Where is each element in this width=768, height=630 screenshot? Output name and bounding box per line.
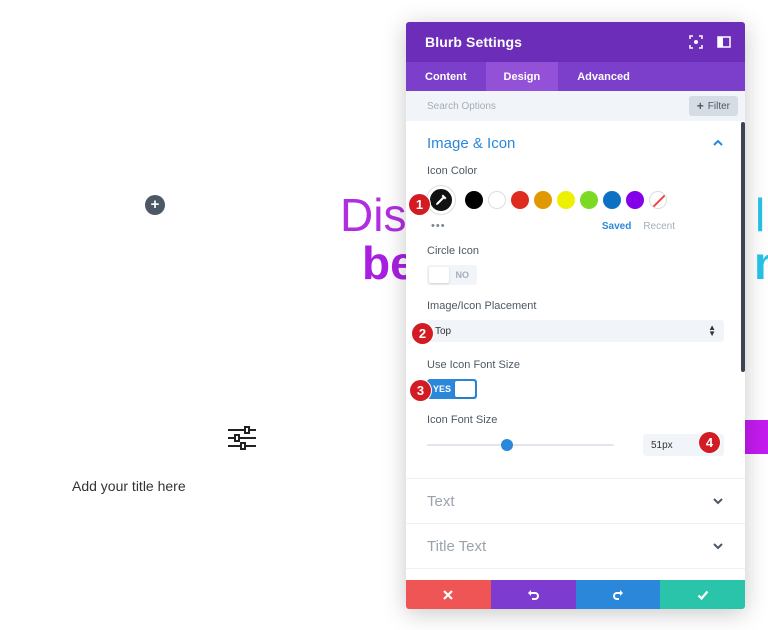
undo-icon	[528, 589, 540, 600]
tab-content[interactable]: Content	[406, 62, 486, 91]
section-image-icon-title: Image & Icon	[427, 134, 516, 152]
circle-icon-toggle[interactable]: NO	[427, 265, 477, 285]
section-title-text[interactable]: Title Text	[406, 524, 745, 569]
save-button[interactable]	[660, 580, 745, 609]
saved-colors-tab[interactable]: Saved	[602, 221, 631, 232]
swatch-purple[interactable]	[626, 191, 644, 209]
tab-design[interactable]: Design	[485, 62, 559, 91]
swatch-transparent[interactable]	[649, 191, 667, 209]
slider-handle[interactable]	[501, 439, 513, 451]
tab-advanced[interactable]: Advanced	[558, 62, 649, 91]
cancel-button[interactable]	[406, 580, 491, 609]
background-pink-block	[745, 420, 768, 454]
color-swatches	[427, 185, 724, 215]
slider-track	[427, 444, 614, 446]
panel-tabs: Content Design Advanced	[406, 62, 745, 91]
placement-value: Top	[435, 325, 452, 337]
section-title-text-title: Title Text	[427, 537, 487, 555]
add-module-button[interactable]: +	[145, 195, 165, 215]
plus-icon: +	[696, 99, 704, 113]
callout-badge-1: 1	[409, 194, 430, 215]
close-icon	[443, 589, 454, 600]
section-title-text-header[interactable]: Title Text	[427, 524, 724, 568]
swatch-yellow[interactable]	[557, 191, 575, 209]
search-row: + Filter	[406, 91, 745, 121]
eyedropper-icon	[436, 194, 447, 205]
background-heading-line1: Dis ll	[340, 189, 768, 241]
redo-button[interactable]	[575, 580, 661, 609]
section-text[interactable]: Text	[406, 479, 745, 524]
panel-scrollbar[interactable]	[741, 122, 745, 372]
sliders-icon	[228, 426, 256, 450]
swatch-footer: ••• Saved Recent	[427, 219, 724, 233]
swatch-blue[interactable]	[603, 191, 621, 209]
undo-button[interactable]	[490, 580, 576, 609]
font-size-label: Icon Font Size	[427, 414, 498, 426]
more-colors-icon[interactable]: •••	[431, 220, 446, 232]
use-font-size-label: Use Icon Font Size	[427, 359, 520, 371]
chevron-down-icon[interactable]	[712, 495, 724, 507]
section-image-icon-header[interactable]: Image & Icon	[427, 121, 724, 165]
toggle-knob	[429, 267, 449, 283]
section-image-icon: Image & Icon Icon Color ••• Saved Recent…	[406, 121, 745, 479]
color-picker-button[interactable]	[427, 186, 455, 214]
dock-panel-icon[interactable]	[717, 35, 731, 49]
section-text-title: Text	[427, 492, 455, 510]
swatch-black[interactable]	[465, 191, 483, 209]
fullscreen-icon[interactable]	[689, 35, 703, 49]
swatch-orange[interactable]	[534, 191, 552, 209]
use-font-size-toggle[interactable]: YES	[427, 379, 477, 399]
swatch-white[interactable]	[488, 191, 506, 209]
redo-icon	[612, 589, 623, 600]
callout-badge-3: 3	[410, 380, 431, 401]
search-options-input[interactable]	[427, 100, 627, 112]
circle-icon-toggle-value: NO	[455, 270, 470, 280]
filter-button[interactable]: + Filter	[688, 96, 738, 116]
panel-title: Blurb Settings	[425, 34, 523, 50]
filter-label: Filter	[707, 100, 730, 112]
callout-badge-2: 2	[412, 323, 433, 344]
use-font-size-toggle-value: YES	[433, 384, 452, 394]
icon-color-label: Icon Color	[427, 165, 478, 177]
swatch-green[interactable]	[580, 191, 598, 209]
recent-colors-tab[interactable]: Recent	[643, 221, 675, 232]
placement-label: Image/Icon Placement	[427, 300, 537, 312]
circle-icon-label: Circle Icon	[427, 245, 479, 257]
blurb-settings-panel: Blurb Settings Content Design Advanced +…	[406, 22, 745, 609]
toggle-knob	[455, 381, 475, 397]
panel-footer	[406, 580, 745, 609]
callout-badge-4: 4	[699, 432, 720, 453]
chevron-down-icon[interactable]	[712, 540, 724, 552]
select-arrows-icon: ▲ ▼	[708, 323, 716, 338]
blurb-title-placeholder: Add your title here	[72, 478, 186, 494]
placement-select[interactable]: Top ▲ ▼	[427, 320, 724, 342]
panel-header: Blurb Settings	[406, 22, 745, 62]
font-size-control: 51px	[427, 434, 724, 456]
check-icon	[697, 590, 708, 600]
font-size-slider[interactable]	[427, 438, 614, 452]
chevron-up-icon[interactable]	[712, 137, 724, 149]
swatch-red[interactable]	[511, 191, 529, 209]
section-text-header[interactable]: Text	[427, 479, 724, 523]
